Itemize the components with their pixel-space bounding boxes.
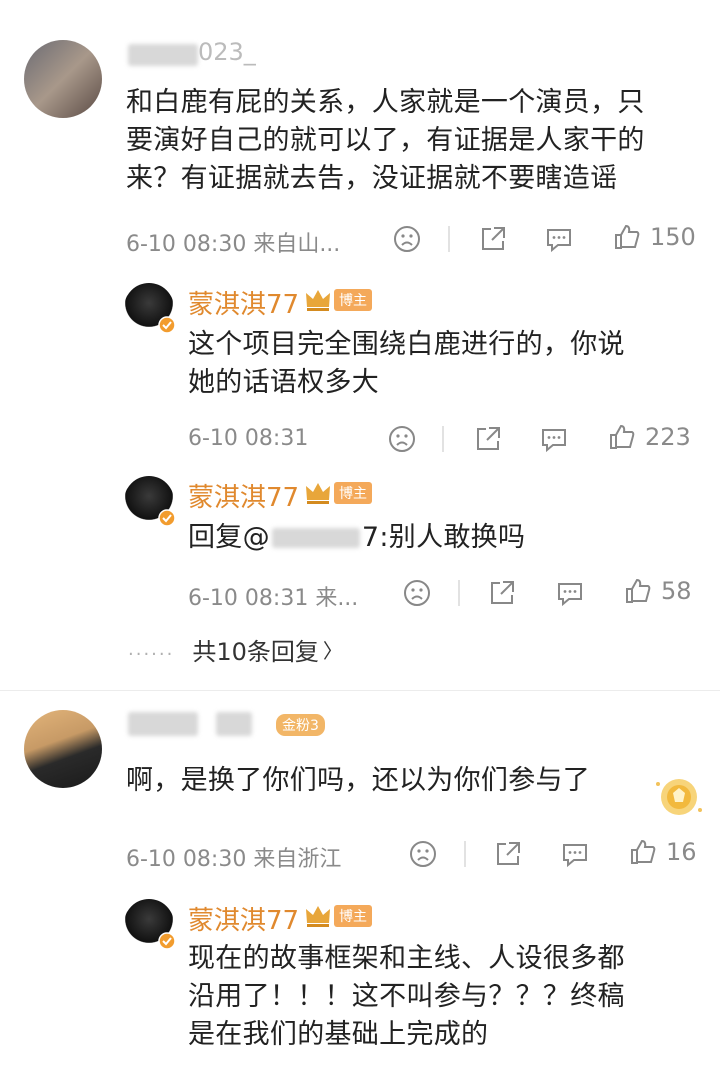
reply-meta: 6-10 08:31 [188, 426, 309, 451]
divider [442, 426, 444, 452]
reply-line: 沿用了！！！这不叫参与？？？终稿 [188, 981, 625, 1012]
blogger-badge: 博主 [304, 480, 372, 506]
avatar[interactable] [24, 40, 102, 118]
mention-suffix: 7 [361, 522, 380, 553]
reply-line: 她的话语权多大 [188, 367, 380, 398]
divider [448, 226, 450, 252]
reply-prefix: 回复@ [188, 522, 270, 553]
blogger-label: 博主 [334, 289, 372, 311]
reply-username[interactable]: 蒙淇淇77 [188, 284, 299, 321]
share-icon[interactable] [473, 424, 503, 454]
like-icon [610, 424, 635, 449]
verified-icon [158, 509, 176, 527]
reply-line: 这个项目完全围绕白鹿进行的，你说 [188, 329, 625, 360]
like-button[interactable]: 223 [607, 422, 691, 452]
mention-blurred [271, 528, 360, 548]
reply-line: 现在的故事框架和主线、人设很多都 [188, 943, 625, 974]
avatar[interactable] [24, 710, 102, 788]
reply-username[interactable]: 蒙淇淇77 [188, 477, 299, 514]
comment-meta: 6-10 08:30 来自浙江 [126, 847, 342, 872]
blogger-label: 博主 [334, 482, 372, 504]
reply-text: 现在的故事框架和主线、人设很多都 沿用了！！！这不叫参与？？？终稿 是在我们的基… [188, 940, 625, 1054]
share-icon[interactable] [493, 839, 523, 869]
like-button[interactable]: 58 [623, 576, 692, 606]
reply-text: 回复@ 7 :别人敢换吗 [188, 519, 525, 557]
reply-username[interactable]: 蒙淇淇77 [188, 900, 299, 937]
verified-icon [158, 316, 176, 334]
like-count: 58 [661, 577, 692, 605]
like-icon [626, 578, 651, 603]
blogger-label: 博主 [334, 905, 372, 927]
username[interactable]: 023_ [198, 38, 256, 66]
like-icon [631, 839, 656, 864]
share-icon[interactable] [478, 224, 508, 254]
username-blurred [216, 712, 252, 736]
blogger-badge: 博主 [304, 287, 372, 313]
crown-icon [306, 483, 330, 504]
comment-meta: 6-10 08:30 来自山... [126, 232, 341, 257]
more-replies-link[interactable]: ...... 共10条回复 〉 [128, 632, 343, 667]
like-button[interactable]: 150 [612, 222, 696, 252]
reply-text: 这个项目完全围绕白鹿进行的，你说 她的话语权多大 [188, 326, 625, 402]
share-icon[interactable] [487, 578, 517, 608]
section-divider [0, 690, 720, 691]
verified-icon [158, 932, 176, 950]
reply-meta: 6-10 08:31 来... [188, 586, 359, 611]
comment-line: 和白鹿有屁的关系，人家就是一个演员，只 [126, 87, 645, 118]
comment-icon[interactable] [544, 224, 574, 254]
more-replies-label: 共10条回复 [192, 638, 319, 666]
comment-text: 和白鹿有屁的关系，人家就是一个演员，只 要演好自己的就可以了，有证据是人家干的 … [126, 84, 645, 198]
reply-body: :别人敢换吗 [379, 522, 526, 553]
sad-face-icon[interactable] [387, 424, 417, 454]
reply-line: 是在我们的基础上完成的 [188, 1019, 489, 1050]
fans-badge: 金粉3 [276, 714, 325, 736]
like-count: 150 [650, 223, 696, 251]
comment-icon[interactable] [539, 424, 569, 454]
username-blurred[interactable] [128, 712, 198, 736]
blogger-badge: 博主 [304, 903, 372, 929]
chevron-right-icon: 〉 [322, 639, 343, 663]
sad-face-icon[interactable] [402, 578, 432, 608]
like-count: 223 [645, 423, 691, 451]
comment-text: 啊，是换了你们吗，还以为你们参与了 [126, 765, 591, 796]
sad-face-icon[interactable] [392, 224, 422, 254]
comment-icon[interactable] [560, 839, 590, 869]
divider [458, 580, 460, 606]
like-button[interactable]: 16 [628, 837, 697, 867]
gold-fan-icon [652, 774, 706, 820]
like-icon [615, 224, 640, 249]
comment-icon[interactable] [555, 578, 585, 608]
crown-icon [306, 906, 330, 927]
more-replies-dots: ...... [128, 639, 175, 660]
like-count: 16 [666, 838, 697, 866]
crown-icon [306, 290, 330, 311]
username-blurred[interactable] [128, 44, 198, 66]
comment-line: 来？有证据就去告，没证据就不要瞎造谣 [126, 163, 618, 194]
sad-face-icon[interactable] [408, 839, 438, 869]
divider [464, 841, 466, 867]
comment-line: 要演好自己的就可以了，有证据是人家干的 [126, 125, 645, 156]
